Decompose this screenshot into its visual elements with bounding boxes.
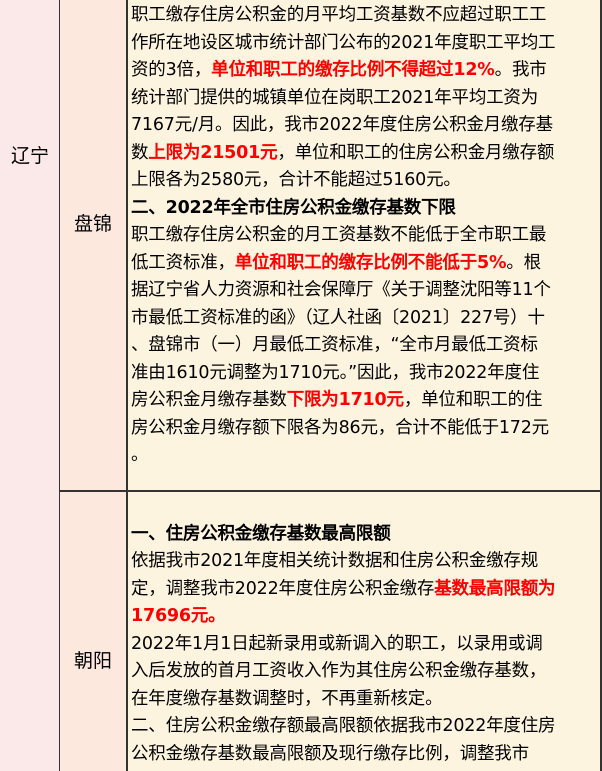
text-line — [131, 493, 600, 521]
text-line: 作所在地设区城市统计部门公布的2021年度职工平均工 — [131, 30, 600, 58]
text-segment: 准由1610元调整为1710元。”因此，我市2022年度住 — [131, 362, 540, 383]
text-segment: 市最低工资标准的函》（辽人社函〔2021〕227号）十 — [131, 307, 545, 328]
text-segment: 在年度缴存基数调整时，不再重新核定。 — [131, 688, 443, 709]
text-segment: 依据我市2021年度相关统计数据和住房公积金缴存规 — [131, 551, 539, 571]
text-line: 在年度缴存基数调整时，不再重新核定。 — [131, 686, 600, 714]
text-line: 、盘锦市（一）月最低工资标准，“全市月最低工资标 — [131, 332, 600, 360]
text-segment: 。 — [131, 445, 149, 465]
text-segment: 。我市 — [494, 60, 547, 80]
highlight-text: 基数最高限额为 — [434, 578, 556, 599]
text-segment: 低工资标准， — [131, 252, 235, 273]
text-line: 公积金缴存基数最高限额及现行缴存比例，调整我市 — [131, 741, 600, 769]
text-line: 2022年1月1日起新录用或新调入的职工，以录用或调 — [131, 631, 600, 659]
text-line: 数上限为21501元，单位和职工的住房公积金月缴存额 — [131, 140, 600, 168]
text-segment: 职工缴存住房公积金的月平均工资基数不应超过职工工 — [131, 5, 547, 25]
highlight-text: 17696元。 — [131, 606, 226, 626]
text-line: 准由1610元调整为1710元。”因此，我市2022年度住 — [131, 360, 600, 388]
content-cell-panjin: 职工缴存住房公积金的月平均工资基数不应超过职工工 作所在地设区城市统计部门公布的2… — [128, 0, 602, 491]
text-segment: 房公积金月缴存基数 — [131, 390, 287, 410]
text-segment: ，单位和职工的住房公积金月缴存额 — [277, 142, 555, 163]
text-line: 房公积金月缴存基数下限为1710元，单位和职工的住 — [131, 387, 600, 415]
province-cell: 辽宁 — [0, 0, 60, 771]
text-line: 低工资标准，单位和职工的缴存比例不能低于5%。根 — [131, 250, 600, 278]
text-line: 入后发放的首月工资收入作为其住房公积金缴存基数， — [131, 658, 600, 686]
text-segment: 作所在地设区城市统计部门公布的2021年度职工平均工 — [131, 32, 556, 53]
text-segment: 职工缴存住房公积金的月工资基数不能低于全市职工最 — [131, 225, 547, 245]
content-cell-chaoyang: 一、住房公积金缴存基数最高限额依据我市2021年度相关统计数据和住房公积金缴存规… — [128, 492, 602, 771]
text-line: 据辽宁省人力资源和社会保障厅《关于调整沈阳等11个 — [131, 277, 600, 305]
text-segment: 公积金缴存基数最高限额及现行缴存比例，调整我市 — [131, 743, 529, 764]
city-cell-panjin: 盘锦 — [60, 0, 128, 491]
city-label-panjin: 盘锦 — [73, 213, 112, 235]
text-line: 二、2022年全市住房公积金缴存基数下限 — [131, 195, 600, 223]
text-segment: 统计部门提供的城镇单位在岗职工2021年平均工资为 — [131, 87, 539, 108]
text-segment: 入后发放的首月工资收入作为其住房公积金缴存基数， — [131, 661, 547, 681]
text-segment: 。根 — [506, 252, 541, 273]
text-line: 职工缴存住房公积金的月工资基数不能低于全市职工最 — [131, 222, 600, 250]
text-line: 。 — [131, 442, 600, 470]
text-segment: ，单位和职工的住 — [403, 390, 543, 410]
text-line: 上限各为2580元，合计不能超过5160元。 — [131, 167, 600, 195]
text-line: 二、住房公积金缴存额最高限额依据我市2022年度住房 — [131, 713, 600, 741]
province-label: 辽宁 — [10, 145, 49, 167]
text-line: 市最低工资标准的函》（辽人社函〔2021〕227号）十 — [131, 305, 600, 333]
text-segment: 、盘锦市（一）月最低工资标准，“全市月最低工资标 — [131, 335, 538, 355]
text-line: 统计部门提供的城镇单位在岗职工2021年平均工资为 — [131, 85, 600, 113]
city-label-chaoyang: 朝阳 — [73, 650, 112, 672]
text-line: 资的3倍，单位和职工的缴存比例不得超过12%。我市 — [131, 57, 600, 85]
text-segment: 资的3倍， — [131, 60, 212, 80]
text-line: 依据我市2021年度相关统计数据和住房公积金缴存规 — [131, 548, 600, 576]
text-line: 17696元。 — [131, 603, 600, 631]
text-line: 房公积金月缴存额下限各为86元，合计不能低于172元 — [131, 415, 600, 443]
text-segment: 数 — [131, 142, 149, 163]
text-segment: 7167元/月。因此，我市2022年度住房公积金月缴存基 — [131, 115, 553, 135]
text-line: 7167元/月。因此，我市2022年度住房公积金月缴存基 — [131, 112, 600, 140]
highlight-text: 下限为1710元 — [286, 390, 404, 410]
highlight-text: 单位和职工的缴存比例不得超过12% — [211, 60, 495, 80]
text-segment: 二、住房公积金缴存额最高限额依据我市2022年度住房 — [131, 716, 556, 736]
text-segment: 上限各为2580元，合计不能超过5160元。 — [131, 170, 461, 190]
text-segment: 房公积金月缴存额下限各为86元，合计不能低于172元 — [131, 417, 549, 438]
text-segment: 定，调整我市2022年度住房公积金缴存 — [131, 578, 435, 599]
text-segment: 2022年1月1日起新录用或新调入的职工，以录用或调 — [131, 633, 543, 654]
city-cell-chaoyang: 朝阳 — [60, 492, 128, 771]
text-segment: 据辽宁省人力资源和社会保障厅《关于调整沈阳等11个 — [131, 280, 551, 300]
text-line: 定，调整我市2022年度住房公积金缴存基数最高限额为 — [131, 576, 600, 604]
highlight-text: 上限为21501元 — [148, 142, 278, 163]
highlight-text: 单位和职工的缴存比例不能低于5% — [234, 252, 507, 273]
text-line: 一、住房公积金缴存基数最高限额 — [131, 521, 600, 549]
policy-table: 辽宁 盘锦 职工缴存住房公积金的月平均工资基数不应超过职工工 作所在地设区城市统计… — [0, 0, 602, 771]
text-line: 职工缴存住房公积金的月平均工资基数不应超过职工工 — [131, 2, 600, 30]
section-heading: 一、住房公积金缴存基数最高限额 — [131, 523, 391, 544]
section-heading: 二、2022年全市住房公积金缴存基数下限 — [131, 197, 456, 218]
